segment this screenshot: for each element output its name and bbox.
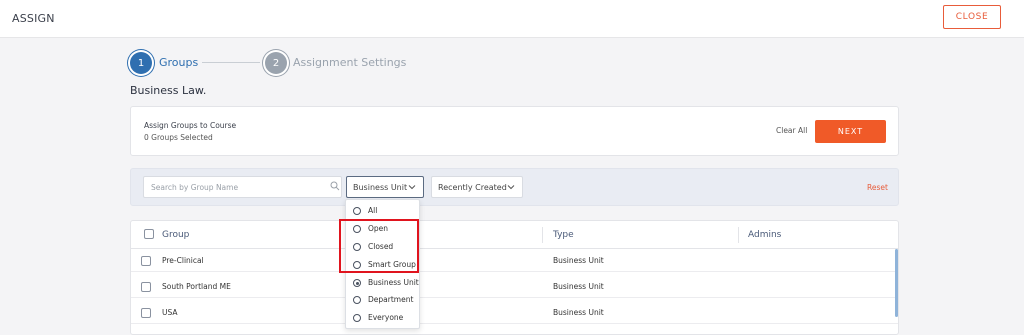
option-label: All <box>368 206 378 215</box>
radio-button-selected[interactable] <box>353 279 361 287</box>
reset-link[interactable]: Reset <box>867 183 888 192</box>
group-type: Business Unit <box>553 308 604 317</box>
option-label: Closed <box>368 242 394 251</box>
step-2-label[interactable]: Assignment Settings <box>293 56 406 69</box>
clear-all-link[interactable]: Clear All <box>776 126 807 135</box>
radio-button[interactable] <box>353 296 361 304</box>
radio-button[interactable] <box>353 261 361 269</box>
row-checkbox[interactable] <box>141 308 151 318</box>
type-filter-menu: All Open Closed Smart Group Business Uni… <box>345 199 420 329</box>
step-2-indicator[interactable]: 2 <box>265 52 287 74</box>
group-type: Business Unit <box>553 282 604 291</box>
radio-button[interactable] <box>353 225 361 233</box>
menu-option-open[interactable]: Open <box>346 221 421 238</box>
group-name: South Portland ME <box>162 282 231 291</box>
group-name: Pre-Clinical <box>162 256 204 265</box>
select-all-checkbox[interactable] <box>144 229 154 239</box>
column-divider <box>738 227 739 243</box>
sort-value: Recently Created <box>438 182 507 192</box>
top-bar: ASSIGN CLOSE <box>0 0 1024 38</box>
menu-option-business-unit[interactable]: Business Unit <box>346 275 421 292</box>
step-1-label[interactable]: Groups <box>159 56 198 69</box>
search-input[interactable] <box>144 177 314 197</box>
option-label: Department <box>368 295 414 304</box>
option-label: Everyone <box>368 313 404 322</box>
row-checkbox[interactable] <box>141 256 151 266</box>
page-title: ASSIGN <box>12 12 55 25</box>
selected-count: 0 Groups Selected <box>144 133 213 142</box>
table-row[interactable]: South Portland ME Business Unit <box>131 276 898 298</box>
table-row[interactable]: Pre-Clinical Business Unit <box>131 250 898 272</box>
search-box <box>143 176 342 198</box>
row-checkbox[interactable] <box>141 282 151 292</box>
type-filter-value: Business Unit <box>353 182 408 192</box>
search-icon[interactable] <box>330 181 340 191</box>
option-label: Business Unit <box>368 278 419 287</box>
column-header-type[interactable]: Type <box>553 230 574 240</box>
summary-heading: Assign Groups to Course <box>144 121 237 130</box>
option-label: Open <box>368 224 389 233</box>
filter-bar: Business Unit Recently Created Reset <box>130 168 899 206</box>
group-type: Business Unit <box>553 256 604 265</box>
menu-option-smart-group[interactable]: Smart Group <box>346 257 421 274</box>
radio-button[interactable] <box>353 243 361 251</box>
column-divider <box>542 227 543 243</box>
menu-option-everyone[interactable]: Everyone <box>346 310 421 327</box>
chevron-down-icon <box>507 185 515 190</box>
radio-button[interactable] <box>353 314 361 322</box>
menu-option-all[interactable]: All <box>346 203 421 220</box>
assign-summary-card: Assign Groups to Course 0 Groups Selecte… <box>130 106 899 156</box>
radio-button[interactable] <box>353 207 361 215</box>
close-button[interactable]: CLOSE <box>943 5 1001 29</box>
next-button[interactable]: NEXT <box>815 120 886 143</box>
menu-option-department[interactable]: Department <box>346 292 421 309</box>
stepper: 1 Groups 2 Assignment Settings <box>130 52 530 74</box>
table-header: Group Type Admins <box>131 221 898 249</box>
step-1-indicator[interactable]: 1 <box>130 52 152 74</box>
stepper-connector <box>202 62 260 63</box>
type-filter-dropdown[interactable]: Business Unit <box>346 176 424 198</box>
table-row[interactable]: USA Business Unit <box>131 302 898 324</box>
menu-option-closed[interactable]: Closed <box>346 239 421 256</box>
column-header-group[interactable]: Group <box>162 230 189 240</box>
groups-table: Group Type Admins Pre-Clinical Business … <box>130 220 899 335</box>
column-header-admins[interactable]: Admins <box>748 230 781 240</box>
group-name: USA <box>162 308 178 317</box>
option-label: Smart Group <box>368 260 416 269</box>
table-scrollbar[interactable] <box>895 249 898 317</box>
sort-dropdown[interactable]: Recently Created <box>431 176 523 198</box>
course-title: Business Law. <box>130 84 207 97</box>
chevron-down-icon <box>408 185 416 190</box>
